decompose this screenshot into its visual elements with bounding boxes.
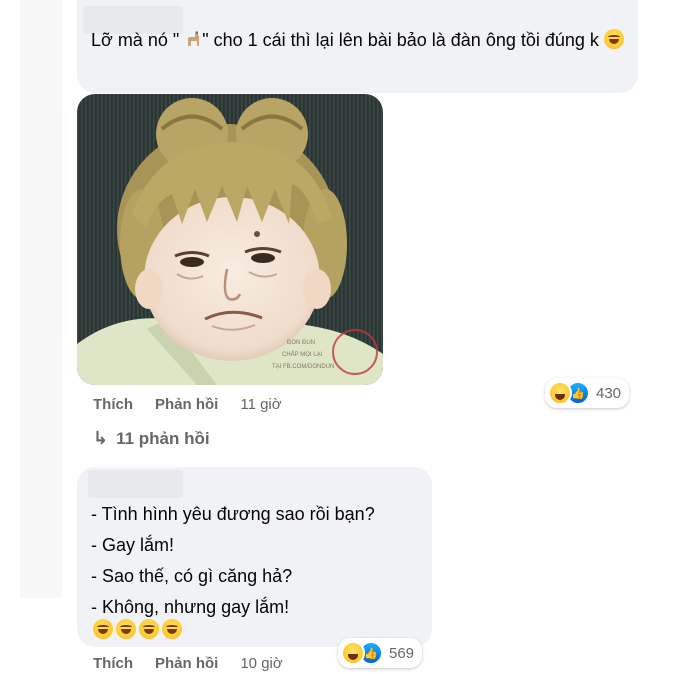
left-gutter	[20, 0, 62, 598]
comment-line: - Tình hình yêu đương sao rồi bạn?	[91, 504, 375, 524]
author-name-redacted[interactable]	[88, 470, 183, 498]
reaction-count: 430	[596, 384, 622, 402]
like-button[interactable]: Thích	[93, 396, 133, 413]
llama-emoji-icon	[184, 27, 202, 46]
like-button[interactable]: Thích	[93, 655, 133, 672]
emoji-row	[93, 619, 182, 639]
view-replies-link[interactable]: ↳ 11 phản hồi	[93, 428, 210, 449]
replies-count-label: 11 phản hồi	[116, 428, 210, 448]
laughing-emoji-icon	[603, 29, 624, 49]
laughing-emoji-icon	[139, 619, 159, 639]
comment-text-1: Lỡ mà nó " " cho 1 cái thì lại lên bài b…	[91, 25, 631, 56]
comment-line: - Gay lắm!	[91, 535, 175, 555]
haha-reaction-icon	[341, 641, 365, 665]
reply-button[interactable]: Phản hồi	[155, 655, 218, 672]
reaction-summary-2[interactable]: 👍 569	[338, 638, 423, 668]
laughing-emoji-icon	[162, 619, 182, 639]
comment-timestamp[interactable]: 10 giờ	[240, 655, 282, 672]
reply-arrow-icon: ↳	[93, 428, 109, 448]
laughing-emoji-icon	[93, 619, 113, 639]
laughing-emoji-icon	[116, 619, 136, 639]
comment-image[interactable]: ĐÔN ĐUN CHẤP MỌI LẠI TẠI FB.COM/DONDUN	[77, 94, 383, 385]
reaction-count: 569	[389, 644, 415, 662]
comment-actions-1: Thích Phản hồi 11 giờ	[93, 396, 282, 413]
haha-reaction-icon	[548, 381, 572, 405]
reaction-summary-1[interactable]: 👍 430	[545, 378, 630, 408]
comment-timestamp[interactable]: 11 giờ	[240, 396, 281, 413]
watermark-line: CHẤP MỌI LẠI	[282, 351, 323, 358]
comment-line: - Sao thế, có gì căng hả?	[91, 566, 293, 586]
comment-actions-2: Thích Phản hồi 10 giờ	[93, 655, 283, 672]
comment-text-part: Lỡ mà nó "	[91, 30, 185, 50]
watermark-line: ĐÔN ĐUN	[287, 339, 315, 346]
comment-text-2: - Tình hình yêu đương sao rồi bạn? - Gay…	[91, 499, 426, 623]
watermark-line: TẠI FB.COM/DONDUN	[272, 364, 334, 370]
reply-button[interactable]: Phản hồi	[155, 396, 218, 413]
comment-text-part: " cho 1 cái thì lại lên bài bảo là đàn ô…	[202, 30, 599, 50]
